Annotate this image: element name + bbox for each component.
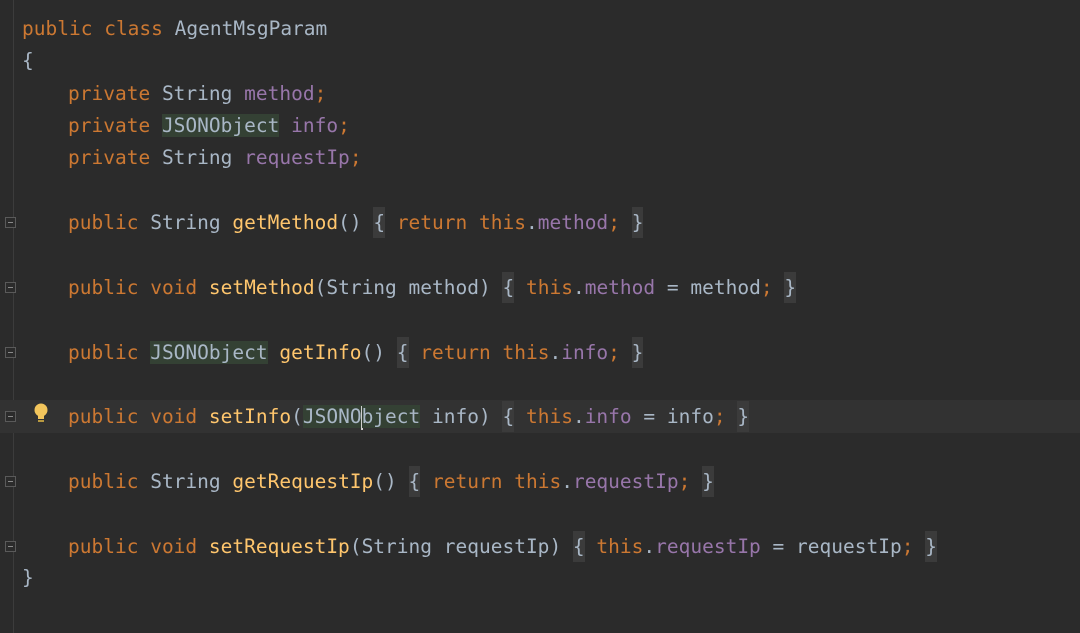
keyword-private: private xyxy=(68,114,151,137)
code-line-set-info[interactable]: public void setInfo(JSONObject info) { t… xyxy=(68,401,750,433)
keyword-this: this xyxy=(596,535,644,558)
keyword-this: this xyxy=(479,211,526,234)
param-info: info xyxy=(432,405,479,428)
field-requestip: requestIp xyxy=(244,146,350,169)
keyword-return: return xyxy=(396,211,468,234)
type-string: String xyxy=(150,211,221,234)
code-line-set-requestip[interactable]: public void setRequestIp(String requestI… xyxy=(68,531,937,563)
code-line-class-open-brace[interactable]: { xyxy=(22,45,34,77)
code-line-field-info[interactable]: private JSONObject info; xyxy=(68,110,350,142)
brace-close: } xyxy=(925,531,937,562)
type-string: String xyxy=(326,276,397,299)
keyword-public: public xyxy=(68,276,139,299)
code-line-set-method[interactable]: public void setMethod(String method) { t… xyxy=(68,272,797,304)
keyword-this: this xyxy=(525,405,573,428)
type-jsonobject-part-b: bject xyxy=(361,405,421,428)
keyword-this: this xyxy=(525,276,573,299)
param-method: method xyxy=(690,276,761,299)
code-editor[interactable]: public class AgentMsgParam { private Str… xyxy=(0,0,1080,633)
keyword-void: void xyxy=(150,405,198,428)
keyword-public: public xyxy=(68,341,139,364)
brace-open: { xyxy=(572,531,585,562)
param-info: info xyxy=(666,405,714,428)
fold-icon[interactable] xyxy=(5,411,16,422)
fold-icon[interactable] xyxy=(5,541,16,552)
fold-icon[interactable] xyxy=(5,217,16,228)
method-get-requestip: getRequestIp xyxy=(232,470,374,493)
field-requestip: requestIp xyxy=(655,535,761,558)
type-string: String xyxy=(361,535,433,558)
keyword-public: public xyxy=(68,405,139,428)
keyword-public: public xyxy=(68,211,139,234)
method-get-method: getMethod xyxy=(232,211,339,234)
keyword-this: this xyxy=(502,341,550,364)
type-string: String xyxy=(161,82,233,105)
type-jsonobject: JSONObject xyxy=(161,114,280,137)
brace-open: { xyxy=(22,49,34,72)
keyword-return: return xyxy=(420,341,491,364)
field-info: info xyxy=(561,341,609,364)
brace-open: { xyxy=(373,207,386,238)
fold-icon[interactable] xyxy=(5,282,16,293)
keyword-void: void xyxy=(150,276,198,299)
fold-icon[interactable] xyxy=(5,347,16,358)
gutter-divider xyxy=(13,0,14,633)
class-name: AgentMsgParam xyxy=(174,17,328,40)
keyword-class: class xyxy=(104,17,163,40)
keyword-private: private xyxy=(68,146,151,169)
method-set-requestip: setRequestIp xyxy=(208,535,350,558)
brace-close: } xyxy=(737,401,750,432)
type-jsonobject-part-a: JSONO xyxy=(302,405,362,428)
field-method: method xyxy=(584,276,656,299)
brace-open: { xyxy=(502,401,515,432)
brace-open: { xyxy=(502,272,515,303)
code-line-get-requestip[interactable]: public String getRequestIp() { return th… xyxy=(68,466,714,498)
keyword-return: return xyxy=(432,470,503,493)
code-line-class-close-brace[interactable]: } xyxy=(22,562,34,594)
code-line-get-method[interactable]: public String getMethod() { return this.… xyxy=(68,207,644,239)
brace-close: } xyxy=(631,207,644,238)
field-method: method xyxy=(537,211,609,234)
code-line-field-requestip[interactable]: private String requestIp; xyxy=(68,142,362,174)
field-requestip: requestIp xyxy=(572,470,679,493)
param-method: method xyxy=(408,276,479,299)
param-requestip: requestIp xyxy=(443,535,550,558)
lightbulb-icon[interactable] xyxy=(33,402,49,426)
code-line-class-declaration[interactable]: public class AgentMsgParam xyxy=(22,13,327,45)
fold-icon[interactable] xyxy=(5,476,16,487)
field-method: method xyxy=(244,82,315,105)
field-info: info xyxy=(584,405,632,428)
brace-close: } xyxy=(784,272,797,303)
method-set-info: setInfo xyxy=(208,405,292,428)
brace-open: { xyxy=(396,337,409,368)
type-string: String xyxy=(150,470,221,493)
method-get-info: getInfo xyxy=(279,341,362,364)
method-set-method: setMethod xyxy=(208,276,315,299)
brace-close: } xyxy=(702,466,714,497)
keyword-public: public xyxy=(68,535,139,558)
type-string: String xyxy=(161,146,233,169)
brace-open: { xyxy=(408,466,421,497)
keyword-this: this xyxy=(514,470,562,493)
field-info: info xyxy=(291,114,339,137)
brace-close: } xyxy=(22,566,34,589)
type-jsonobject: JSONObject xyxy=(150,341,268,364)
keyword-public: public xyxy=(22,17,93,40)
keyword-private: private xyxy=(68,82,151,105)
keyword-void: void xyxy=(150,535,198,558)
param-requestip: requestIp xyxy=(796,535,902,558)
code-line-field-method[interactable]: private String method; xyxy=(68,78,326,110)
brace-close: } xyxy=(631,337,644,368)
keyword-public: public xyxy=(68,470,139,493)
code-line-get-info[interactable]: public JSONObject getInfo() { return thi… xyxy=(68,337,644,369)
